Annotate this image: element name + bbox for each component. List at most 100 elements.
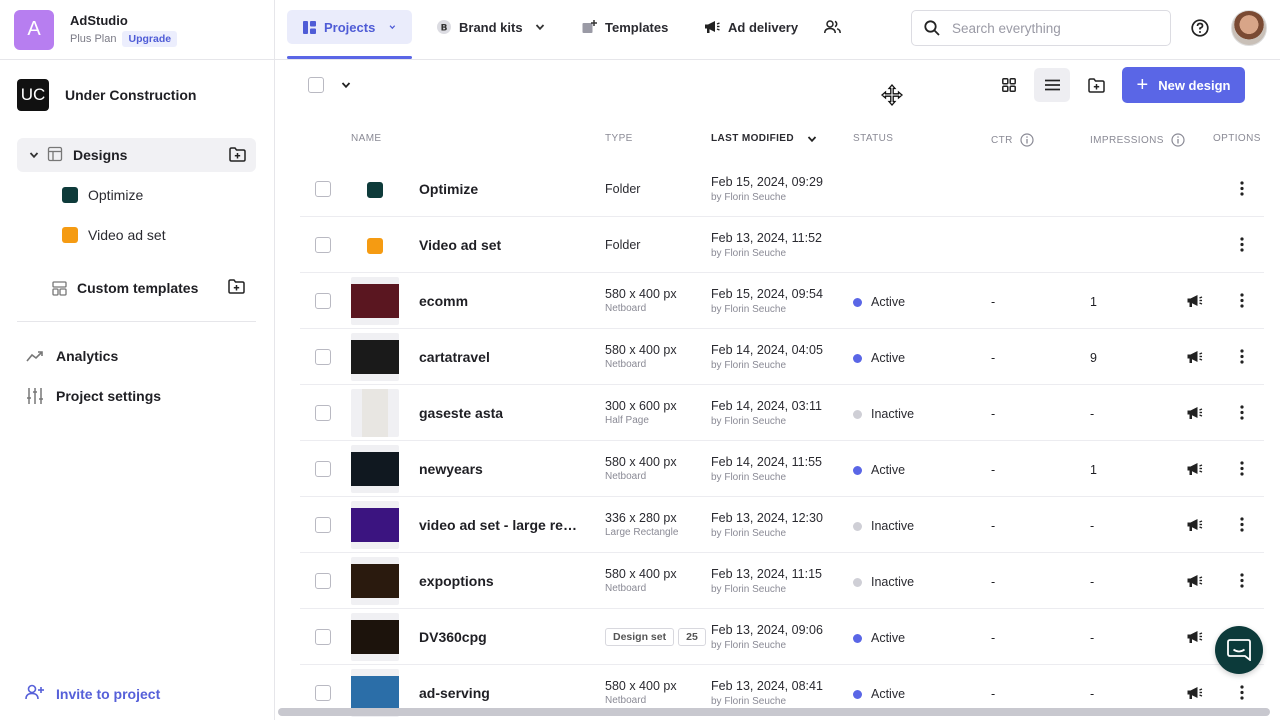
chat-support-button[interactable]: [1215, 626, 1263, 674]
table-row[interactable]: cartatravel 580 x 400 px Netboard Feb 14, 2…: [300, 329, 1264, 385]
design-thumbnail[interactable]: [351, 557, 399, 605]
row-checkbox[interactable]: [315, 573, 331, 589]
column-header-type[interactable]: TYPE: [605, 133, 633, 144]
sidebar-item-designs[interactable]: Designs: [17, 138, 256, 172]
team-button[interactable]: [824, 10, 849, 44]
row-options-icon[interactable]: [1240, 405, 1244, 423]
row-options-icon[interactable]: [1240, 293, 1244, 311]
row-name[interactable]: Optimize: [419, 181, 478, 197]
table-row[interactable]: expoptions 580 x 400 px Netboard Feb 13, 20…: [300, 553, 1264, 609]
row-checkbox[interactable]: [315, 349, 331, 365]
tab-label: Projects: [324, 19, 376, 35]
search-box[interactable]: [911, 10, 1171, 46]
ad-delivery-icon[interactable]: [1186, 294, 1203, 311]
ad-delivery-icon[interactable]: [1186, 462, 1203, 479]
row-options-icon[interactable]: [1240, 181, 1244, 199]
row-name[interactable]: gaseste asta: [419, 405, 503, 421]
ad-delivery-icon[interactable]: [1186, 686, 1203, 703]
project-name: Under Construction: [65, 87, 197, 103]
sidebar-folder-optimize[interactable]: Optimize: [62, 187, 143, 203]
row-format: Half Page: [605, 415, 649, 426]
info-icon[interactable]: [1171, 133, 1185, 147]
table-row[interactable]: DV360cpg Design set 25 Feb 13, 2024, 09:06 b…: [300, 609, 1264, 665]
ad-delivery-icon[interactable]: [1186, 630, 1203, 647]
row-options-icon[interactable]: [1240, 237, 1244, 255]
column-header-ctr[interactable]: CTR: [991, 133, 1034, 147]
info-icon[interactable]: [1020, 133, 1034, 147]
megaphone-icon: [704, 20, 720, 34]
row-checkbox[interactable]: [315, 461, 331, 477]
tab-projects[interactable]: Projects: [287, 10, 412, 44]
design-thumbnail[interactable]: [351, 445, 399, 493]
upgrade-button[interactable]: Upgrade: [122, 30, 178, 47]
chevron-down-icon[interactable]: [341, 80, 351, 90]
design-thumbnail[interactable]: [351, 501, 399, 549]
row-checkbox[interactable]: [315, 629, 331, 645]
design-thumbnail[interactable]: [351, 389, 399, 437]
row-last-modified: Feb 15, 2024, 09:29 by Florin Seuche: [711, 175, 823, 203]
row-options-icon[interactable]: [1240, 517, 1244, 535]
chevron-down-icon[interactable]: [389, 22, 396, 32]
design-thumbnail[interactable]: [351, 277, 399, 325]
table-row[interactable]: ecomm 580 x 400 px Netboard Feb 15, 2024, 0…: [300, 273, 1264, 329]
ad-delivery-icon[interactable]: [1186, 574, 1203, 591]
row-checkbox[interactable]: [315, 405, 331, 421]
row-options-icon[interactable]: [1240, 685, 1244, 703]
horizontal-scrollbar[interactable]: [278, 708, 1270, 716]
table-row[interactable]: video ad set - large rectangle 336 x 280 …: [300, 497, 1264, 553]
row-checkbox[interactable]: [315, 293, 331, 309]
row-name[interactable]: expoptions: [419, 573, 494, 589]
user-avatar[interactable]: [1231, 10, 1267, 46]
tab-brand-kits[interactable]: B Brand kits: [437, 10, 545, 44]
table-row[interactable]: newyears 580 x 400 px Netboard Feb 14, 2024…: [300, 441, 1264, 497]
new-design-button[interactable]: + New design: [1122, 67, 1245, 103]
grid-view-button[interactable]: [991, 68, 1027, 102]
app-logo[interactable]: A: [14, 9, 54, 50]
row-type: 580 x 400 px Netboard: [605, 455, 677, 482]
folder-add-icon[interactable]: [229, 147, 246, 165]
column-header-impressions[interactable]: IMPRESSIONS: [1090, 133, 1185, 147]
row-name[interactable]: ecomm: [419, 293, 468, 309]
row-name[interactable]: DV360cpg: [419, 629, 487, 645]
search-input[interactable]: [952, 20, 1152, 36]
row-options-icon[interactable]: [1240, 573, 1244, 591]
chevron-down-icon[interactable]: [29, 150, 39, 160]
tab-templates[interactable]: Templates: [582, 10, 668, 44]
sidebar-item-analytics[interactable]: Analytics: [25, 346, 118, 366]
ad-delivery-icon[interactable]: [1186, 518, 1203, 535]
row-name[interactable]: ad-serving: [419, 685, 490, 701]
row-name[interactable]: newyears: [419, 461, 483, 477]
invite-to-project-button[interactable]: Invite to project: [25, 684, 160, 703]
design-thumbnail[interactable]: [351, 333, 399, 381]
column-header-status[interactable]: STATUS: [853, 133, 893, 144]
sidebar-item-project-settings[interactable]: Project settings: [25, 386, 161, 406]
row-checkbox[interactable]: [315, 517, 331, 533]
row-name[interactable]: Video ad set: [419, 237, 501, 253]
help-icon[interactable]: [1191, 19, 1209, 40]
row-options-icon[interactable]: [1240, 349, 1244, 367]
row-options-icon[interactable]: [1240, 461, 1244, 479]
folder-add-icon[interactable]: [228, 279, 245, 297]
row-name[interactable]: cartatravel: [419, 349, 490, 365]
list-view-button[interactable]: [1034, 68, 1070, 102]
sidebar-folder-video-ad-set[interactable]: Video ad set: [62, 227, 166, 243]
chevron-down-icon[interactable]: [535, 22, 545, 32]
select-all-checkbox[interactable]: [308, 77, 324, 93]
design-thumbnail[interactable]: [351, 613, 399, 661]
table-row[interactable]: Video ad set Folder Feb 13, 2024, 11:52 by …: [300, 217, 1264, 273]
table-row[interactable]: gaseste asta 300 x 600 px Half Page Feb 14,…: [300, 385, 1264, 441]
ad-delivery-icon[interactable]: [1186, 350, 1203, 367]
sidebar-item-custom-templates[interactable]: Custom templates: [51, 278, 198, 298]
new-folder-button[interactable]: [1078, 68, 1114, 102]
row-checkbox[interactable]: [315, 685, 331, 701]
tab-ad-delivery[interactable]: Ad delivery: [704, 10, 798, 44]
sort-desc-icon[interactable]: [807, 134, 817, 144]
row-checkbox[interactable]: [315, 237, 331, 253]
ad-delivery-icon[interactable]: [1186, 406, 1203, 423]
project-header[interactable]: UC Under Construction: [17, 79, 196, 111]
column-header-last-modified[interactable]: LAST MODIFIED: [711, 133, 817, 144]
table-row[interactable]: Optimize Folder Feb 15, 2024, 09:29 by Flor…: [300, 161, 1264, 217]
row-name[interactable]: video ad set - large rectangle: [419, 517, 584, 533]
column-header-name[interactable]: NAME: [351, 133, 382, 144]
row-checkbox[interactable]: [315, 181, 331, 197]
